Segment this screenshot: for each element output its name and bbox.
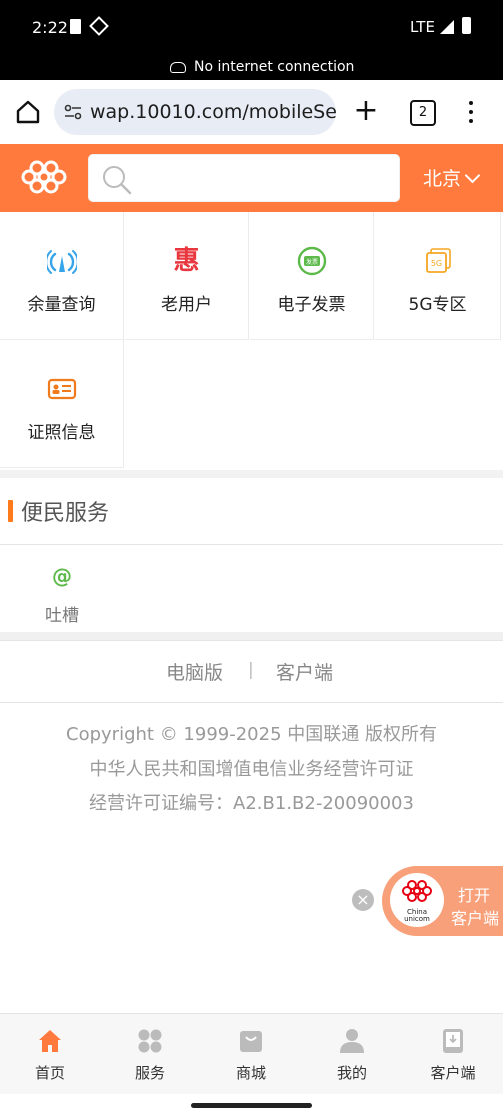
footer-links: 电脑版 | 客户端 xyxy=(0,641,503,703)
section-title: 便民服务 xyxy=(21,501,110,526)
home-outline-icon xyxy=(16,100,40,124)
signal-gauge-icon xyxy=(46,250,77,274)
license-number-text: 经营许可证编号：A2.B1.B2-20090003 xyxy=(89,793,414,814)
china-unicom-logo-icon[interactable] xyxy=(20,155,68,199)
section-divider xyxy=(0,632,503,641)
license-text: 中华人民共和国增值电信业务经营许可证 xyxy=(89,759,414,780)
section-header: 便民服务 xyxy=(0,478,503,545)
system-status-bar: 2:22 LTE xyxy=(0,0,503,56)
home-icon xyxy=(39,1030,61,1052)
bottom-nav: 首页 服务 商城 我的 客户端 xyxy=(0,1013,503,1094)
section-accent-bar xyxy=(8,500,13,522)
link-separator: | xyxy=(248,660,254,680)
nav-home[interactable]: 首页 xyxy=(0,1014,100,1094)
nav-client[interactable]: 客户端 xyxy=(403,1014,503,1094)
unicom-knot-icon xyxy=(402,880,432,902)
nav-label: 服务 xyxy=(134,1064,165,1082)
city-selector[interactable]: 北京 xyxy=(423,164,481,191)
search-icon xyxy=(103,166,132,195)
5g-cards-icon: 5G xyxy=(425,248,451,273)
tab-switcher-button[interactable]: 2 xyxy=(410,100,436,126)
sim-card-icon xyxy=(70,19,81,34)
site-settings-icon[interactable] xyxy=(64,103,82,121)
grid-item-label: 老用户 xyxy=(161,295,212,315)
address-bar[interactable]: wap.10010.com/mobileService xyxy=(54,89,336,135)
pc-version-link[interactable]: 电脑版 xyxy=(166,658,223,685)
svg-text:发票: 发票 xyxy=(305,258,317,266)
search-box[interactable] xyxy=(88,154,400,202)
close-icon[interactable]: × xyxy=(352,889,374,911)
phone-download-icon xyxy=(443,1029,463,1053)
svg-text:5G: 5G xyxy=(430,259,441,268)
nav-services[interactable]: 服务 xyxy=(100,1014,200,1094)
section-divider xyxy=(0,470,503,478)
browser-toolbar: wap.10010.com/mobileService + 2 xyxy=(0,80,503,144)
service-item-feedback[interactable]: @ 吐槽 xyxy=(20,558,104,628)
chevron-down-icon xyxy=(464,167,481,184)
open-app-banner[interactable]: China unicom 打开 客户端 xyxy=(382,866,503,936)
open-app-line2: 客户端 xyxy=(451,909,500,928)
nav-mall[interactable]: 商城 xyxy=(201,1014,301,1094)
browser-menu-button[interactable] xyxy=(468,99,474,125)
hui-character-icon: 惠 xyxy=(173,246,200,276)
grid-item-label: 证照信息 xyxy=(27,423,96,443)
open-app-line1: 打开 xyxy=(458,886,491,905)
unicom-logo-icon: China unicom xyxy=(390,873,444,927)
grid-item-label: 电子发票 xyxy=(277,295,346,315)
service-item-label: 吐槽 xyxy=(45,606,79,626)
search-input[interactable] xyxy=(143,165,387,193)
client-link[interactable]: 客户端 xyxy=(276,658,333,685)
unicom-logo-text: China unicom xyxy=(404,908,430,923)
shopping-bag-icon xyxy=(240,1031,262,1052)
grid-item-e-invoice[interactable]: 发票 电子发票 xyxy=(250,212,374,340)
grid-item-5g[interactable]: 5G 5G专区 xyxy=(375,212,501,340)
gesture-handle[interactable] xyxy=(191,1103,312,1108)
person-icon xyxy=(340,1029,364,1053)
id-card-icon xyxy=(47,378,76,400)
network-type: LTE xyxy=(410,18,435,36)
new-tab-button[interactable]: + xyxy=(352,96,380,126)
invoice-bubble-icon: 发票 xyxy=(297,246,326,276)
nav-label: 首页 xyxy=(34,1064,65,1082)
site-header: 北京 xyxy=(0,144,503,212)
signal-icon xyxy=(440,20,454,34)
city-label: 北京 xyxy=(423,168,462,190)
services-grid-icon xyxy=(138,1029,162,1053)
grid-item-license-info[interactable]: 证照信息 xyxy=(0,340,124,468)
browser-home-button[interactable] xyxy=(14,98,42,126)
nav-label: 我的 xyxy=(336,1064,367,1082)
offline-notice-bar: No internet connection xyxy=(0,56,503,80)
vpn-diamond-icon xyxy=(89,16,109,36)
status-time: 2:22 xyxy=(32,18,68,37)
at-icon: @ xyxy=(52,564,72,588)
url-text: wap.10010.com/mobileService xyxy=(90,101,336,123)
nav-mine[interactable]: 我的 xyxy=(302,1014,402,1094)
grid-item-old-user[interactable]: 惠 老用户 xyxy=(125,212,249,340)
offline-notice-text: No internet connection xyxy=(194,59,355,75)
grid-item-label: 5G专区 xyxy=(408,295,467,315)
nav-label: 商城 xyxy=(235,1064,266,1082)
nav-label: 客户端 xyxy=(430,1064,476,1082)
cloud-off-icon xyxy=(170,62,186,73)
grid-item-balance[interactable]: 余量查询 xyxy=(0,212,124,340)
copyright-text: Copyright © 1999-2025 中国联通 版权所有 xyxy=(66,724,437,745)
grid-item-label: 余量查询 xyxy=(27,295,96,315)
battery-icon xyxy=(462,17,471,34)
